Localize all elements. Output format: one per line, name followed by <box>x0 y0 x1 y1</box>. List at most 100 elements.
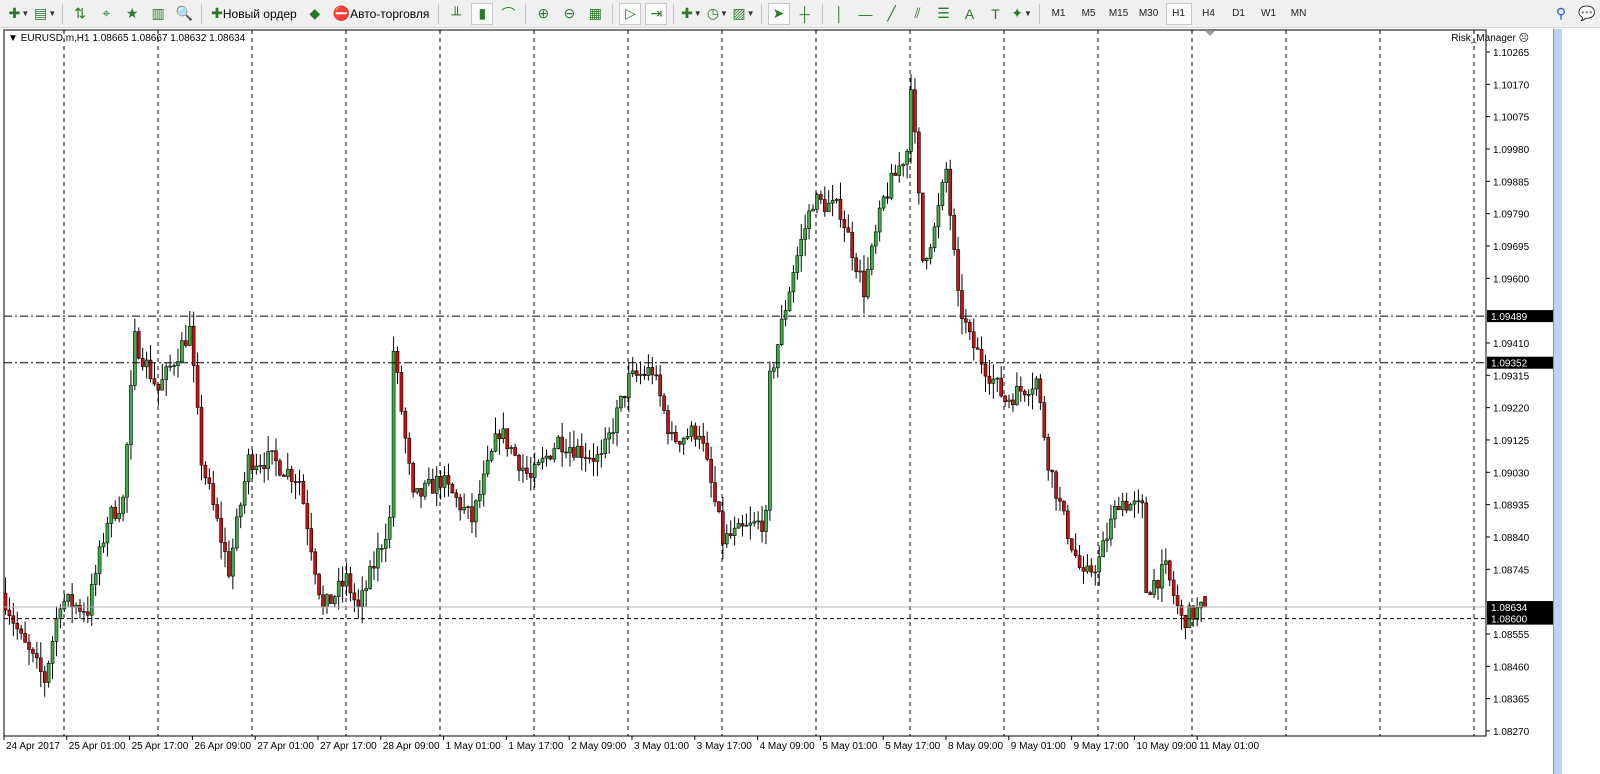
candle-body <box>93 573 98 585</box>
candle-body <box>928 247 933 259</box>
candle-body <box>270 450 274 452</box>
candle-body <box>38 657 43 672</box>
candle-body <box>1203 596 1207 608</box>
candle-body <box>638 373 643 376</box>
candle-body <box>262 465 267 470</box>
candle-body <box>1195 607 1199 620</box>
candle-body <box>995 377 1000 380</box>
candle-body <box>642 373 647 376</box>
candle-body <box>893 172 898 176</box>
time-label: 1 May 01:00 <box>446 741 501 752</box>
candle-body <box>936 205 941 228</box>
candle-body <box>97 546 102 574</box>
candle-body <box>78 604 82 612</box>
candle-body <box>662 395 666 411</box>
candle-body <box>450 483 455 494</box>
price-chart[interactable]: 1.10265 1.10170 1.10075 1.09980 1.09885 1.097… <box>0 0 1600 774</box>
candle-body <box>1124 500 1129 511</box>
candle-body <box>630 370 635 374</box>
candle-body <box>1011 399 1015 406</box>
candle-body <box>462 506 466 511</box>
candle-body <box>791 272 796 293</box>
candle-body <box>278 460 282 476</box>
candle-body <box>521 467 525 471</box>
candle-body <box>152 378 157 385</box>
candle-body <box>987 375 992 384</box>
candle-body <box>701 435 706 444</box>
candle-body <box>862 270 866 298</box>
time-label: 11 May 01:00 <box>1199 741 1259 752</box>
candle-body <box>101 542 106 548</box>
candle-body <box>133 331 137 386</box>
candle-body <box>799 239 804 257</box>
candle-body <box>129 385 133 445</box>
candle-body <box>266 451 270 470</box>
time-label: 2 May 09:00 <box>571 741 626 752</box>
candle-body <box>1183 615 1188 629</box>
price-tick-label: 1.09030 <box>1493 468 1530 479</box>
candle-body <box>583 457 588 459</box>
candle-body <box>674 432 678 442</box>
candle-body <box>1018 385 1023 392</box>
candle-body <box>293 481 298 483</box>
candle-body <box>956 249 960 291</box>
candle-body <box>481 473 486 495</box>
candle-body <box>180 340 184 362</box>
price-tick-label: 1.08460 <box>1493 662 1530 673</box>
candle-body <box>909 89 913 152</box>
candle-body <box>1081 567 1086 572</box>
candle-body <box>517 455 521 471</box>
candle-body <box>768 370 772 511</box>
candle-body <box>870 245 874 270</box>
candle-body <box>340 580 345 587</box>
candle-body <box>54 618 59 642</box>
collapse-arrow-icon[interactable]: ▼ <box>8 33 21 44</box>
candle-body <box>231 547 235 577</box>
candle-body <box>1034 378 1039 390</box>
candle-body <box>830 200 835 204</box>
chart-area[interactable] <box>3 29 1487 737</box>
candle-body <box>756 520 760 523</box>
candle-body <box>1093 571 1098 574</box>
candle-body <box>1030 388 1035 395</box>
candle-body <box>419 488 423 497</box>
candle-body <box>1101 540 1105 558</box>
candle-body <box>717 501 721 512</box>
candle-body <box>1156 580 1160 589</box>
candle-body <box>568 447 572 454</box>
time-label: 28 Apr 09:00 <box>383 741 440 752</box>
candle-body <box>317 573 321 596</box>
candle-body <box>399 372 404 412</box>
time-label: 5 May 17:00 <box>885 741 940 752</box>
candle-body <box>234 516 239 549</box>
candle-body <box>395 350 400 373</box>
candle-body <box>572 447 576 458</box>
price-tick-label: 1.10170 <box>1493 80 1530 91</box>
candle-body <box>795 255 800 273</box>
candle-body <box>532 464 537 478</box>
candle-body <box>474 500 478 523</box>
candle-body <box>858 270 862 273</box>
candle-body <box>215 504 219 519</box>
vertical-scrollbar[interactable] <box>1553 29 1562 774</box>
candle-body <box>160 379 165 391</box>
candle-body <box>348 573 353 594</box>
candle-body <box>258 465 263 467</box>
candle-body <box>285 468 290 477</box>
candle-body <box>187 325 192 346</box>
time-label: 8 May 09:00 <box>948 741 1003 752</box>
candle-body <box>66 594 71 602</box>
candle-body <box>380 548 384 550</box>
candle-body <box>505 428 510 449</box>
price-tick-label: 1.09125 <box>1493 436 1530 447</box>
candle-body <box>1015 385 1019 406</box>
time-label: 24 Apr 2017 <box>6 741 60 752</box>
candle-body <box>721 511 725 545</box>
time-label: 9 May 17:00 <box>1074 741 1129 752</box>
candle-body <box>223 542 227 552</box>
candle-body <box>968 321 972 333</box>
chart-header: ▼ EURUSD.m,H1 1.08665 1.08667 1.08632 1.… <box>8 33 245 44</box>
candle-body <box>595 454 600 462</box>
candle-body <box>548 455 553 460</box>
time-label: 25 Apr 17:00 <box>132 741 189 752</box>
